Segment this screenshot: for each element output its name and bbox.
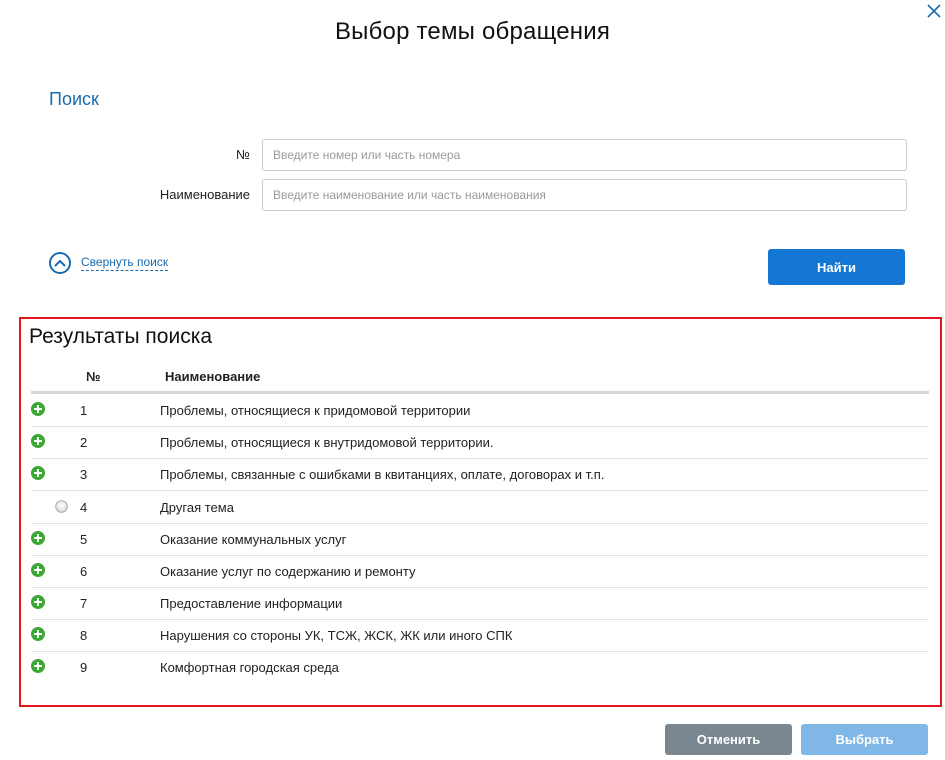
row-name: Проблемы, относящиеся к внутридомовой те…	[160, 435, 494, 450]
table-row[interactable]: 3 Проблемы, связанные с ошибками в квита…	[31, 459, 929, 491]
row-number: 4	[80, 500, 88, 515]
plus-circle-icon[interactable]	[31, 434, 45, 448]
row-number: 5	[80, 532, 88, 547]
row-number: 3	[80, 467, 88, 482]
search-results-panel: Результаты поиска № Наименование 1 Пробл…	[19, 317, 942, 707]
plus-circle-icon[interactable]	[31, 627, 45, 641]
table-row[interactable]: 1 Проблемы, относящиеся к придомовой тер…	[31, 395, 929, 427]
results-title: Результаты поиска	[29, 325, 213, 348]
plus-circle-icon[interactable]	[31, 659, 45, 673]
number-field-label: №	[236, 147, 250, 162]
results-table-body: 1 Проблемы, относящиеся к придомовой тер…	[31, 395, 929, 683]
table-row[interactable]: 7 Предоставление информации	[31, 588, 929, 620]
collapse-search-toggle[interactable]: Свернуть поиск	[49, 252, 169, 274]
search-heading: Поиск	[49, 89, 99, 109]
table-row[interactable]: 4 Другая тема	[31, 491, 929, 524]
row-name: Проблемы, связанные с ошибками в квитанц…	[160, 467, 605, 482]
row-number: 6	[80, 564, 88, 579]
row-name: Оказание коммунальных услуг	[160, 532, 347, 547]
row-number: 8	[80, 628, 88, 643]
find-button[interactable]: Найти	[768, 249, 905, 285]
row-name: Нарушения со стороны УК, ТСЖ, ЖСК, ЖК ил…	[160, 628, 513, 643]
plus-circle-icon[interactable]	[31, 402, 45, 416]
row-number: 9	[80, 660, 88, 675]
table-row[interactable]: 8 Нарушения со стороны УК, ТСЖ, ЖСК, ЖК …	[31, 620, 929, 652]
row-name: Другая тема	[160, 500, 234, 515]
plus-circle-icon[interactable]	[31, 595, 45, 609]
row-number: 7	[80, 596, 88, 611]
plus-circle-icon[interactable]	[31, 563, 45, 577]
column-header-number: №	[86, 369, 101, 384]
row-number: 1	[80, 403, 88, 418]
column-header-name: Наименование	[165, 369, 261, 384]
radio-icon[interactable]	[55, 500, 68, 513]
table-row[interactable]: 5 Оказание коммунальных услуг	[31, 524, 929, 556]
plus-circle-icon[interactable]	[31, 466, 45, 480]
row-number: 2	[80, 435, 88, 450]
results-table-header: № Наименование	[31, 367, 929, 394]
collapse-search-link[interactable]: Свернуть поиск	[81, 255, 169, 271]
name-field-label: Наименование	[159, 187, 250, 202]
row-name: Комфортная городская среда	[160, 660, 339, 675]
dialog-title: Выбор темы обращения	[334, 18, 611, 45]
row-name: Оказание услуг по содержанию и ремонту	[160, 564, 416, 579]
select-button[interactable]: Выбрать	[801, 724, 928, 755]
plus-circle-icon[interactable]	[31, 531, 45, 545]
chevron-up-icon[interactable]	[49, 252, 71, 274]
row-name: Предоставление информации	[160, 596, 343, 611]
cancel-button[interactable]: Отменить	[665, 724, 792, 755]
table-row[interactable]: 6 Оказание услуг по содержанию и ремонту	[31, 556, 929, 588]
row-name: Проблемы, относящиеся к придомовой терри…	[160, 403, 471, 418]
table-row[interactable]: 2 Проблемы, относящиеся к внутридомовой …	[31, 427, 929, 459]
number-search-input[interactable]	[262, 139, 907, 171]
name-search-input[interactable]	[262, 179, 907, 211]
table-row[interactable]: 9 Комфортная городская среда	[31, 652, 929, 683]
